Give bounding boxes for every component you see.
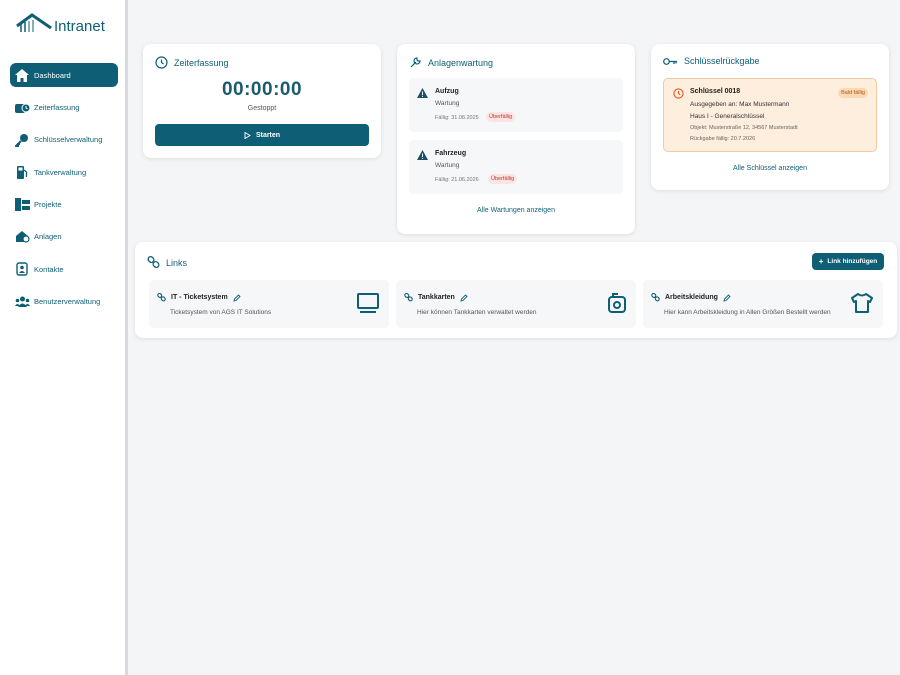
maintenance-name: Aufzug	[435, 88, 459, 95]
zeiterfassung-card: Zeiterfassung 00:00:00 Gestoppt Starten	[143, 44, 381, 158]
sidebar-item-dashboard[interactable]: Dashboard	[10, 63, 118, 87]
maintenance-type: Wartung	[435, 162, 460, 169]
link-chain-icon	[147, 256, 160, 269]
card-title-text: Zeiterfassung	[174, 57, 229, 68]
link-chain-icon	[157, 293, 166, 302]
sidebar-item-label: Kontakte	[34, 264, 64, 274]
maintenance-due: Fällig: 21.06.2026	[435, 177, 479, 183]
timer-display: 00:00:00	[221, 79, 303, 100]
sidebar-item-label: Projekte	[34, 200, 62, 210]
warning-icon	[417, 150, 428, 160]
link-description: Hier können Tankkarten verwaltet werden	[417, 309, 537, 316]
sidebar-item-tankverwaltung[interactable]: Tankverwaltung	[10, 160, 118, 184]
all-keys-link[interactable]: Alle Schlüssel anzeigen	[651, 165, 889, 172]
sidebar-item-label: Anlagen	[34, 232, 62, 242]
key-object: Objekt: Musterstraße 12, 34567 Mustersta…	[690, 125, 798, 131]
sidebar-item-schluesselverwaltung[interactable]: Schlüsselverwaltung	[10, 128, 118, 152]
sidebar-item-kontakte[interactable]: Kontakte	[10, 257, 118, 281]
anlagenwartung-card: Anlagenwartung Aufzug Wartung Fällig: 31…	[397, 44, 635, 234]
maintenance-item[interactable]: Fahrzeug Wartung Fällig: 21.06.2026 Über…	[409, 140, 623, 194]
add-link-button[interactable]: + Link hinzufügen	[812, 253, 884, 270]
link-name: IT - Ticketsystem	[157, 293, 241, 302]
link-name: Tankkarten	[404, 293, 468, 302]
key-issued-to: Ausgegeben an: Max Mustermann	[690, 101, 790, 108]
start-button[interactable]: Starten	[155, 124, 369, 146]
key-name: Schlüssel 0018	[690, 88, 741, 95]
due-soon-badge: Bald fällig	[838, 88, 868, 98]
maintenance-name: Fahrzeug	[435, 150, 467, 157]
sidebar-item-label: Schlüsselverwaltung	[34, 135, 103, 145]
home-icon	[14, 67, 30, 83]
clock-alert-icon	[673, 88, 684, 99]
logo-house-icon	[16, 13, 52, 32]
sidebar-item-label: Zeiterfassung	[34, 102, 80, 112]
key-return-item[interactable]: Schlüssel 0018 Bald fällig Ausgegeben an…	[663, 78, 877, 152]
sidebar-item-projekte[interactable]: Projekte	[10, 193, 118, 217]
fuel-card-icon	[608, 293, 626, 313]
link-item[interactable]: Tankkarten Hier können Tankkarten verwal…	[396, 280, 636, 328]
key-description: Haus I - Generalschlüssel	[690, 113, 765, 120]
link-description: Ticketsystem von AGS IT Solutions	[170, 309, 272, 316]
overdue-badge: Überfällig	[486, 112, 516, 122]
key-icon	[14, 132, 30, 148]
sidebar: Intranet Dashboard Zeiterfassung Schlüss…	[0, 0, 128, 675]
warning-icon	[417, 88, 428, 98]
logo-text: Intranet	[54, 18, 105, 35]
key-icon	[663, 57, 677, 65]
link-name-text: Tankkarten	[418, 294, 455, 301]
sidebar-item-label: Dashboard	[34, 70, 71, 80]
maintenance-due: Fällig: 31.08.2025	[435, 115, 479, 121]
clock-icon	[14, 99, 30, 115]
anlagenwartung-title: Anlagenwartung	[409, 56, 493, 69]
add-link-label: Link hinzufügen	[827, 258, 878, 265]
links-title: Links	[147, 256, 187, 269]
card-title-text: Links	[166, 257, 188, 268]
sidebar-item-label: Tankverwaltung	[34, 167, 87, 177]
sidebar-item-anlagen[interactable]: Anlagen	[10, 225, 118, 249]
links-card: Links + Link hinzufügen IT - Ticketsyste…	[135, 242, 897, 338]
sidebar-nav: Dashboard Zeiterfassung Schlüsselverwalt…	[0, 63, 128, 322]
schluesselrueckgabe-title: Schlüsselrückgabe	[663, 56, 760, 66]
clock-icon	[155, 56, 168, 69]
zeiterfassung-title: Zeiterfassung	[155, 56, 229, 69]
users-icon	[14, 294, 30, 310]
edit-pencil-icon[interactable]	[233, 293, 241, 302]
link-chain-icon	[651, 293, 660, 302]
schluesselrueckgabe-card: Schlüsselrückgabe Schlüssel 0018 Bald fä…	[651, 44, 889, 190]
building-icon	[14, 229, 30, 245]
sidebar-item-zeiterfassung[interactable]: Zeiterfassung	[10, 95, 118, 119]
key-return-date: Rückgabe fällig: 20.7.2026	[690, 136, 756, 142]
overdue-badge: Überfällig	[488, 174, 518, 184]
card-title-text: Anlagenwartung	[428, 57, 494, 68]
all-maintenance-link[interactable]: Alle Wartungen anzeigen	[397, 207, 635, 214]
maintenance-item[interactable]: Aufzug Wartung Fällig: 31.08.2025 Überfä…	[409, 78, 623, 132]
logo[interactable]: Intranet	[16, 12, 116, 42]
play-icon	[244, 131, 251, 139]
link-item[interactable]: IT - Ticketsystem Ticketsystem von AGS I…	[149, 280, 389, 328]
plus-icon: +	[818, 257, 824, 266]
link-name-text: Arbeitskleidung	[665, 294, 718, 301]
link-chain-icon	[404, 293, 413, 302]
maintenance-type: Wartung	[435, 100, 460, 107]
sidebar-item-label: Benutzerverwaltung	[34, 297, 101, 307]
top-bar	[131, 0, 900, 34]
sidebar-item-benutzerverwaltung[interactable]: Benutzerverwaltung	[10, 290, 118, 314]
link-name-text: IT - Ticketsystem	[171, 294, 228, 301]
link-description: Hier kann Arbeitskleidung in Allen Größe…	[664, 309, 831, 316]
shirt-icon	[851, 293, 873, 313]
fuel-icon	[14, 164, 30, 180]
monitor-icon	[357, 293, 379, 313]
folder-icon	[14, 197, 30, 213]
timer-status: Gestoppt	[247, 105, 277, 112]
link-item[interactable]: Arbeitskleidung Hier kann Arbeitskleidun…	[643, 280, 883, 328]
start-button-label: Starten	[255, 131, 281, 139]
edit-pencil-icon[interactable]	[723, 293, 731, 302]
link-name: Arbeitskleidung	[651, 293, 731, 302]
wrench-icon	[410, 57, 421, 68]
card-title-text: Schlüsselrückgabe	[684, 56, 760, 66]
edit-pencil-icon[interactable]	[460, 293, 468, 302]
contact-icon	[14, 261, 30, 277]
